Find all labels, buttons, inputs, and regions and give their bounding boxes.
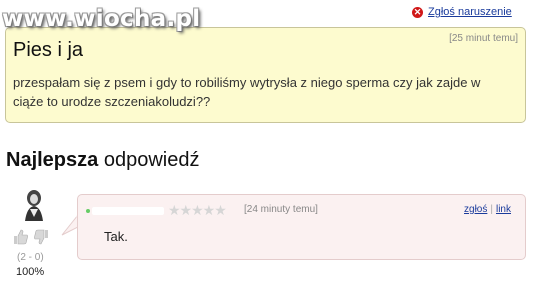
username-redacted: [92, 207, 164, 215]
vote-percent: 100%: [16, 266, 45, 278]
permalink-link[interactable]: link: [496, 204, 511, 215]
online-status-icon: [86, 209, 90, 213]
question-box: [25 minut temu] Pies i ja przespałam się…: [5, 27, 526, 123]
question-title: Pies i ja: [13, 39, 84, 61]
best-answer-heading-rest: odpowiedź: [98, 149, 200, 171]
answer-box: ★★★★★ [24 minuty temu] zgłoś | link Tak.: [77, 194, 526, 260]
close-circle-icon: ✕: [412, 6, 423, 18]
answer-text: Tak.: [104, 229, 128, 244]
report-answer-link[interactable]: zgłoś: [464, 204, 487, 215]
best-answer-heading: Najlepsza odpowiedź: [6, 149, 199, 172]
report-violation-link[interactable]: Zgłoś naruszenie: [428, 6, 512, 18]
answer-meta: ★★★★★: [86, 203, 227, 219]
answer-links: zgłoś | link: [464, 204, 511, 215]
site-watermark: www.wiocha.pl: [2, 6, 201, 32]
thumb-up-icon[interactable]: [13, 229, 29, 245]
avatar[interactable]: [17, 187, 51, 221]
answer-time: [24 minuty temu]: [244, 204, 318, 215]
rating-stars: ★★★★★: [168, 203, 227, 219]
question-time: [25 minut temu]: [449, 33, 518, 44]
thumb-down-icon[interactable]: [33, 229, 49, 245]
report-violation[interactable]: ✕ Zgłoś naruszenie: [412, 6, 512, 18]
link-separator: |: [490, 204, 493, 215]
vote-counts: (2 - 0): [17, 252, 44, 263]
best-answer-heading-bold: Najlepsza: [6, 149, 99, 171]
vote-buttons: [13, 229, 53, 250]
question-body: przespałam się z psem i gdy to robiliśmy…: [13, 75, 481, 109]
